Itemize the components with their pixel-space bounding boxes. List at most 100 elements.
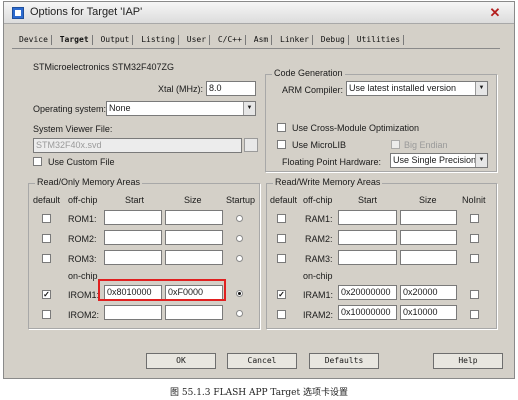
- ram-size-header: Size: [419, 195, 437, 205]
- tab-debug[interactable]: Debug: [318, 33, 348, 44]
- ram-offchip-header: off-chip: [303, 195, 333, 205]
- iram2-label: IRAM2:: [303, 310, 334, 320]
- rom3-start-input[interactable]: [104, 250, 162, 265]
- irom2-startup-radio[interactable]: [236, 310, 243, 317]
- iram1-default-checkbox[interactable]: ✓: [277, 290, 286, 299]
- irom2-start-input[interactable]: [104, 305, 162, 320]
- ram3-start-input[interactable]: [338, 250, 397, 265]
- rom3-default-checkbox[interactable]: [42, 254, 51, 263]
- xtal-input[interactable]: 8.0: [206, 81, 256, 96]
- rom-offchip-header: off-chip: [68, 195, 98, 205]
- use-custom-file-label: Use Custom File: [48, 157, 115, 167]
- iram2-start-input[interactable]: 0x10000000: [338, 305, 397, 320]
- rom-default-header: default: [33, 195, 61, 205]
- fp-value: Use Single Precision: [393, 155, 477, 165]
- tab-target[interactable]: Target: [56, 33, 92, 44]
- rom1-label: ROM1:: [68, 214, 97, 224]
- irom2-size-input[interactable]: [165, 305, 223, 320]
- svf-input[interactable]: STM32F40x.svd: [33, 138, 242, 153]
- irom1-startup-radio[interactable]: [236, 290, 243, 297]
- ram-default-header: default: [270, 195, 298, 205]
- tab-device[interactable]: Device: [16, 33, 51, 44]
- microlib-checkbox[interactable]: [277, 140, 286, 149]
- title-bar: Options for Target 'IAP' ✕: [4, 2, 514, 24]
- arm-compiler-value: Use latest installed version: [349, 83, 457, 93]
- ram1-size-input[interactable]: [400, 210, 457, 225]
- svf-browse-button[interactable]: [244, 138, 258, 152]
- rom2-size-input[interactable]: [165, 230, 223, 245]
- chevron-down-icon: ▼: [243, 102, 255, 115]
- tab-asm[interactable]: Asm: [251, 33, 271, 44]
- rom3-startup-radio[interactable]: [236, 255, 243, 262]
- iram1-start-input[interactable]: 0x20000000: [338, 285, 397, 300]
- iram2-size-input[interactable]: 0x10000: [400, 305, 457, 320]
- arm-compiler-label: ARM Compiler:: [282, 85, 344, 95]
- ram3-noinit-checkbox[interactable]: [470, 254, 479, 263]
- xtal-label: Xtal (MHz):: [158, 84, 203, 94]
- iram1-label: IRAM1:: [303, 290, 334, 300]
- big-endian-checkbox[interactable]: [391, 140, 400, 149]
- figure-caption: 图 55.1.3 FLASH APP Target 选项卡设置: [170, 388, 348, 398]
- tab-cpp[interactable]: C/C++: [215, 33, 245, 44]
- ok-button[interactable]: OK: [146, 353, 216, 369]
- svf-label: System Viewer File:: [33, 124, 113, 134]
- ram-title: Read/Write Memory Areas: [273, 177, 383, 187]
- irom2-label: IROM2:: [68, 310, 100, 320]
- microlib-label: Use MicroLIB: [292, 140, 347, 150]
- cancel-button[interactable]: Cancel: [227, 353, 297, 369]
- ram1-label: RAM1:: [305, 214, 333, 224]
- tab-divider: [12, 48, 500, 49]
- fp-select[interactable]: Use Single Precision ▼: [390, 153, 488, 168]
- os-label: Operating system:: [33, 104, 107, 114]
- rom1-size-input[interactable]: [165, 210, 223, 225]
- fp-label: Floating Point Hardware:: [282, 157, 382, 167]
- close-icon[interactable]: ✕: [484, 5, 506, 21]
- rom2-start-input[interactable]: [104, 230, 162, 245]
- tab-listing[interactable]: Listing: [138, 33, 178, 44]
- cross-module-checkbox[interactable]: [277, 123, 286, 132]
- help-button[interactable]: Help: [433, 353, 503, 369]
- ram3-default-checkbox[interactable]: [277, 254, 286, 263]
- arm-compiler-select[interactable]: Use latest installed version ▼: [346, 81, 488, 96]
- irom1-default-checkbox[interactable]: ✓: [42, 290, 51, 299]
- ram2-size-input[interactable]: [400, 230, 457, 245]
- irom2-default-checkbox[interactable]: [42, 310, 51, 319]
- rom1-startup-radio[interactable]: [236, 215, 243, 222]
- ram3-size-input[interactable]: [400, 250, 457, 265]
- rom2-startup-radio[interactable]: [236, 235, 243, 242]
- tab-utilities[interactable]: Utilities: [354, 33, 403, 44]
- defaults-button[interactable]: Defaults: [309, 353, 379, 369]
- ram2-default-checkbox[interactable]: [277, 234, 286, 243]
- rom2-default-checkbox[interactable]: [42, 234, 51, 243]
- cross-module-label: Use Cross-Module Optimization: [292, 123, 420, 133]
- window-title: Options for Target 'IAP': [30, 6, 143, 18]
- ram2-label: RAM2:: [305, 234, 333, 244]
- iram2-noinit-checkbox[interactable]: [470, 310, 479, 319]
- ram1-noinit-checkbox[interactable]: [470, 214, 479, 223]
- device-name: STMicroelectronics STM32F407ZG: [33, 62, 175, 72]
- ram2-noinit-checkbox[interactable]: [470, 234, 479, 243]
- rom-start-header: Start: [125, 195, 145, 205]
- rom1-start-input[interactable]: [104, 210, 162, 225]
- ram-onchip-label: on-chip: [303, 271, 333, 281]
- rom3-label: ROM3:: [68, 254, 97, 264]
- os-value: None: [109, 103, 131, 113]
- tab-linker[interactable]: Linker: [277, 33, 312, 44]
- tab-user[interactable]: User: [184, 33, 209, 44]
- rom-onchip-label: on-chip: [68, 271, 98, 281]
- ram1-start-input[interactable]: [338, 210, 397, 225]
- ram3-label: RAM3:: [305, 254, 333, 264]
- rom-title: Read/Only Memory Areas: [35, 177, 143, 187]
- tab-output[interactable]: Output: [97, 33, 132, 44]
- iram1-size-input[interactable]: 0x20000: [400, 285, 457, 300]
- ram-noinit-header: NoInit: [462, 195, 486, 205]
- rom3-size-input[interactable]: [165, 250, 223, 265]
- ram2-start-input[interactable]: [338, 230, 397, 245]
- use-custom-file-checkbox[interactable]: [33, 157, 42, 166]
- os-select[interactable]: None ▼: [106, 101, 256, 116]
- rom1-default-checkbox[interactable]: [42, 214, 51, 223]
- iram1-noinit-checkbox[interactable]: [470, 290, 479, 299]
- iram2-default-checkbox[interactable]: [277, 310, 286, 319]
- ram1-default-checkbox[interactable]: [277, 214, 286, 223]
- chevron-down-icon: ▼: [475, 154, 487, 167]
